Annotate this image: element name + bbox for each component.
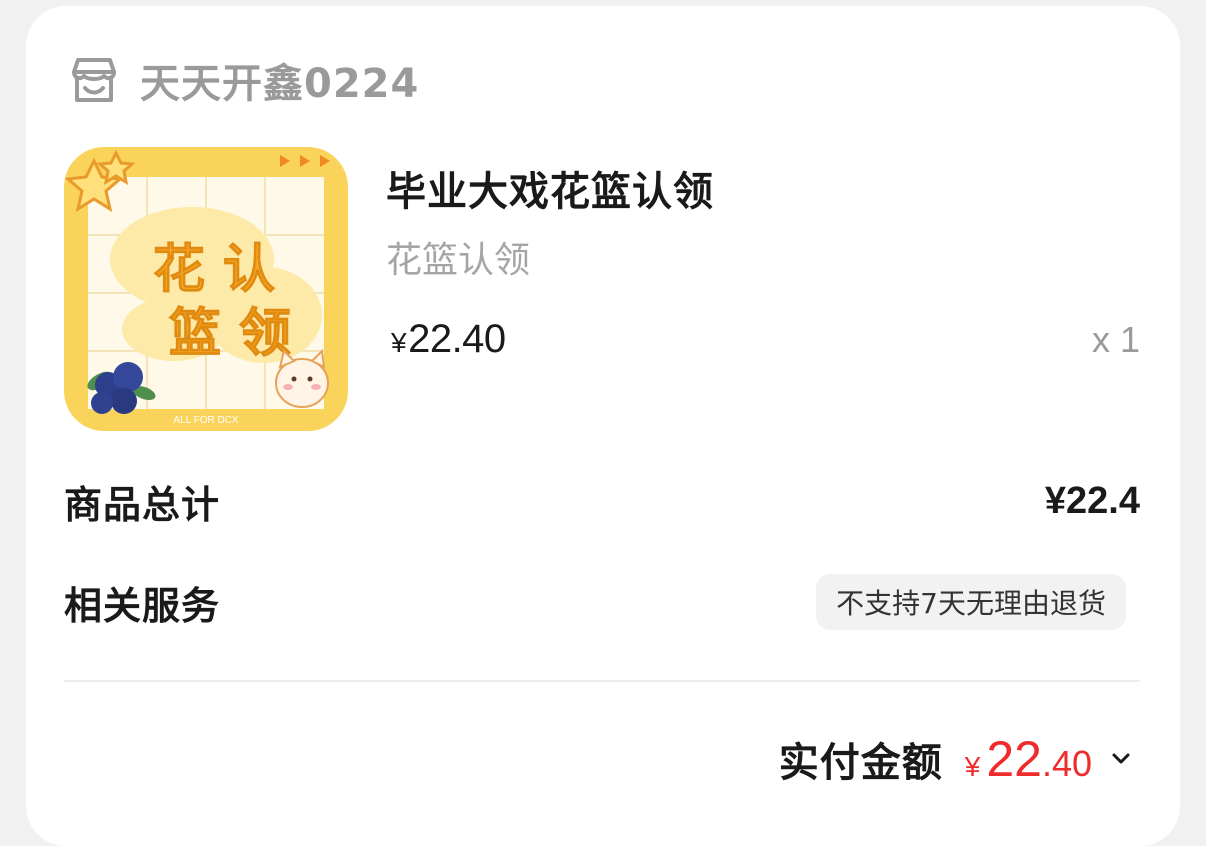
- product-price: ¥22.40: [391, 317, 506, 362]
- payment-currency: ¥: [964, 751, 981, 782]
- services-label: 相关服务: [64, 583, 221, 628]
- product-image-artwork: 花 认 篮 领 ALL FOR DCX: [64, 147, 348, 431]
- services-row: 相关服务 不支持7天无理由退货: [64, 574, 1140, 630]
- payment-amount: ¥22.40: [965, 730, 1092, 788]
- payment-amount-dec: .40: [1041, 743, 1092, 784]
- service-badge: 不支持7天无理由退货: [816, 574, 1126, 630]
- shop-name: 天天开鑫0224: [140, 61, 420, 107]
- goods-total-label: 商品总计: [64, 483, 221, 527]
- product-quantity: x 1: [1091, 319, 1140, 360]
- chevron-down-icon[interactable]: [1108, 746, 1134, 772]
- store-icon: [72, 58, 116, 102]
- order-card: 天天开鑫0224 花 认 篮 领 ALL FOR DCX 毕业大戏花篮认领 花篮…: [26, 6, 1180, 846]
- goods-total-value: ¥22.4: [1044, 480, 1140, 522]
- payment-label: 实付金额: [778, 740, 943, 786]
- product-title[interactable]: 毕业大戏花篮认领: [386, 159, 714, 217]
- cat-sticker-icon: [275, 348, 329, 408]
- goods-total-row: 商品总计 ¥22.4: [64, 474, 1140, 529]
- payment-amount-int: 22: [986, 731, 1042, 787]
- product-image-text-bottom: 篮 领: [169, 304, 291, 364]
- product-image-text-top: 花 认: [153, 240, 275, 300]
- product-spec: 花篮认领: [386, 240, 531, 281]
- divider: [64, 680, 1140, 682]
- product-image[interactable]: 花 认 篮 领 ALL FOR DCX: [64, 147, 348, 431]
- price-currency: ¥: [391, 327, 407, 358]
- shop-header[interactable]: 天天开鑫0224: [66, 50, 419, 110]
- product-image-caption: ALL FOR DCX: [173, 415, 239, 426]
- payment-row[interactable]: 实付金额 ¥22.40: [779, 724, 1134, 794]
- price-value: 22.40: [408, 317, 506, 361]
